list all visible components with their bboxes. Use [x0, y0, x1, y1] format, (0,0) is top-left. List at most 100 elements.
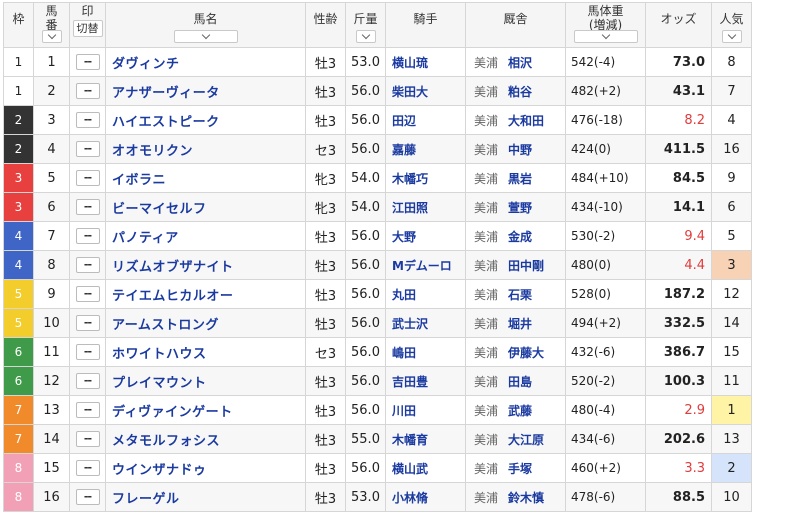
trainer-link[interactable]: 相沢 — [508, 56, 532, 70]
trainer-link[interactable]: 金成 — [508, 230, 532, 244]
horse-name-cell: オオモリクン — [105, 134, 306, 164]
jockey-link[interactable]: 丸田 — [392, 288, 416, 302]
mark-select-button[interactable]: -- — [75, 373, 100, 389]
trainer-link[interactable]: 中野 — [508, 143, 532, 157]
frame-number: 3 — [3, 192, 34, 222]
jockey-link[interactable]: Mデムーロ — [392, 259, 452, 273]
jockey-link[interactable]: 武士沢 — [392, 317, 428, 331]
jockey-link[interactable]: 川田 — [392, 404, 416, 418]
trainer-link[interactable]: 田島 — [508, 375, 532, 389]
trainer-link[interactable]: 萱野 — [508, 201, 532, 215]
horse-name-link[interactable]: リズムオブザナイト — [112, 260, 234, 275]
jockey-link[interactable]: 柴田大 — [392, 85, 428, 99]
mark-select-button[interactable]: -- — [75, 257, 100, 273]
carried-weight: 54.0 — [345, 163, 386, 193]
frame-number: 4 — [3, 250, 34, 280]
odds: 202.6 — [645, 424, 712, 454]
horse-name-link[interactable]: ホワイトハウス — [112, 347, 207, 362]
trainer-link[interactable]: 大和田 — [508, 114, 544, 128]
mark-select-button[interactable]: -- — [75, 460, 100, 476]
horse-name-link[interactable]: テイエムヒカルオー — [112, 289, 233, 304]
sort-body-button[interactable] — [573, 30, 638, 43]
horse-number: 10 — [33, 308, 70, 338]
frame-number: 7 — [3, 395, 34, 425]
mark-select-button[interactable]: -- — [75, 112, 100, 128]
mark-select-button[interactable]: -- — [75, 315, 100, 331]
trainer-link[interactable]: 武藤 — [508, 404, 532, 418]
jockey-link[interactable]: 吉田豊 — [392, 375, 428, 389]
mark-select-button[interactable]: -- — [75, 141, 100, 157]
carried-weight: 56.0 — [345, 250, 386, 280]
jockey-cell: 丸田 — [385, 279, 466, 309]
sort-pop-button[interactable] — [721, 30, 742, 43]
jockey-link[interactable]: 横山武 — [392, 462, 428, 476]
jockey-link[interactable]: 田辺 — [392, 114, 416, 128]
mark-select-button[interactable]: -- — [75, 489, 100, 505]
jockey-link[interactable]: 江田照 — [392, 201, 428, 215]
horse-name-link[interactable]: フレーゲル — [112, 492, 180, 507]
horse-name-cell: ビーマイセルフ — [105, 192, 306, 222]
jockey-cell: 小林脩 — [385, 482, 466, 512]
sex-age: 牡3 — [305, 482, 346, 512]
trainer-region: 美浦 — [474, 316, 499, 331]
horse-number: 16 — [33, 482, 70, 512]
trainer-link[interactable]: 堀井 — [508, 317, 532, 331]
mark-select-button[interactable]: -- — [75, 228, 100, 244]
horse-name-link[interactable]: イボラニ — [112, 173, 166, 188]
horse-name-link[interactable]: アームストロング — [112, 318, 219, 333]
mark-select-button[interactable]: -- — [75, 344, 100, 360]
horse-name-link[interactable]: ダヴィンチ — [112, 57, 180, 72]
mark-select-button[interactable]: -- — [75, 54, 100, 70]
jockey-cell: 田辺 — [385, 105, 466, 135]
sort-umaban-button[interactable] — [41, 30, 62, 43]
jockey-link[interactable]: 横山琉 — [392, 56, 428, 70]
jockey-link[interactable]: 嶋田 — [392, 346, 416, 360]
trainer-link[interactable]: 田中剛 — [508, 259, 544, 273]
trainer-link[interactable]: 黒岩 — [508, 172, 532, 186]
horse-name-link[interactable]: ウインザナドゥ — [112, 463, 207, 478]
trainer-link[interactable]: 伊藤大 — [508, 346, 544, 360]
jockey-link[interactable]: 木幡育 — [392, 433, 428, 447]
header-name[interactable]: 馬名 — [105, 2, 306, 48]
horse-name-link[interactable]: ビーマイセルフ — [112, 202, 207, 217]
horse-name-link[interactable]: オオモリクン — [112, 144, 193, 159]
trainer-cell: 美浦 手塚 — [465, 453, 566, 483]
header-umaban[interactable]: 馬 番 — [33, 2, 70, 48]
jockey-link[interactable]: 嘉藤 — [392, 143, 416, 157]
trainer-region: 美浦 — [474, 84, 499, 99]
horse-name-link[interactable]: アナザーヴィータ — [112, 86, 220, 101]
trainer-link[interactable]: 鈴木慎 — [508, 491, 544, 505]
horse-name-link[interactable]: メタモルフォシス — [112, 434, 220, 449]
jockey-cell: 木幡育 — [385, 424, 466, 454]
mark-select-button[interactable]: -- — [75, 402, 100, 418]
trainer-link[interactable]: 手塚 — [508, 462, 532, 476]
trainer-link[interactable]: 粕谷 — [508, 85, 532, 99]
horse-name-link[interactable]: プレイマウント — [112, 376, 207, 391]
mark-select-button[interactable]: -- — [75, 431, 100, 447]
jockey-link[interactable]: 小林脩 — [392, 491, 428, 505]
horse-number: 4 — [33, 134, 70, 164]
trainer-cell: 美浦 田島 — [465, 366, 566, 396]
mark-select-button[interactable]: -- — [75, 199, 100, 215]
jockey-link[interactable]: 大野 — [392, 230, 416, 244]
chevron-down-icon — [47, 30, 56, 40]
horse-name-link[interactable]: パノティア — [112, 231, 179, 246]
trainer-link[interactable]: 大江原 — [508, 433, 544, 447]
table-row: 8 16 -- フレーゲル 牡3 53.0 小林脩 美浦 鈴木慎 478(-6) 88.5 10 — [3, 482, 752, 512]
header-trainer-label: 厩舎 — [503, 12, 528, 26]
mark-select-button[interactable]: -- — [75, 83, 100, 99]
header-body[interactable]: 馬体重 (増減) — [565, 2, 646, 48]
mark-select-button[interactable]: -- — [75, 286, 100, 302]
mark-toggle-button[interactable]: 切替 — [72, 20, 103, 37]
horse-name-link[interactable]: ディヴァインゲート — [112, 405, 233, 420]
header-weight[interactable]: 斤量 — [345, 2, 386, 48]
header-pop[interactable]: 人気 — [711, 2, 752, 48]
odds: 332.5 — [645, 308, 712, 338]
horse-name-link[interactable]: ハイエストピーク — [112, 115, 220, 130]
trainer-link[interactable]: 石栗 — [508, 288, 532, 302]
mark-select-button[interactable]: -- — [75, 170, 100, 186]
sort-name-button[interactable] — [173, 30, 238, 43]
sort-weight-button[interactable] — [355, 30, 376, 43]
header-umaban-label: 馬 番 — [45, 4, 58, 32]
jockey-link[interactable]: 木幡巧 — [392, 172, 428, 186]
